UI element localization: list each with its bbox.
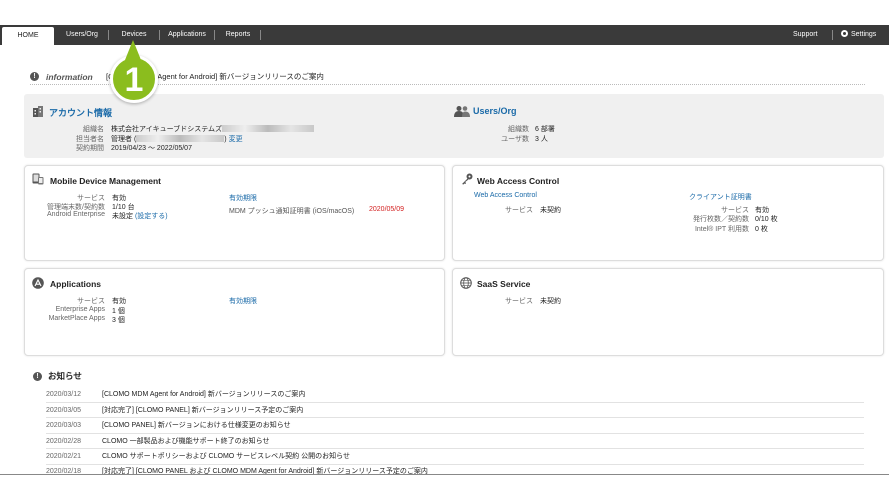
redacted-text: [136, 135, 225, 142]
org-count-value: 6 部署: [535, 126, 555, 133]
key-icon: [462, 173, 473, 185]
mdm-title[interactable]: Mobile Device Management: [50, 176, 161, 186]
ipt-count-value: 0 枚: [755, 226, 768, 233]
apps-expiry-link[interactable]: 有効期限: [229, 296, 257, 306]
wac-service-value: 未契約: [540, 207, 561, 214]
android-enterprise-value: 未設定 (設定する): [112, 213, 168, 220]
building-icon: [33, 106, 43, 117]
gear-icon: [841, 30, 848, 37]
nav-divider: [159, 30, 160, 40]
marketplace-apps-value: 3 個: [112, 317, 125, 324]
change-link[interactable]: 変更: [229, 136, 243, 143]
nav-divider: [832, 30, 833, 40]
news-text[interactable]: CLOMO サポートポリシーおよび CLOMO サービスレベル契約 公開のお知ら…: [102, 449, 350, 464]
news-item[interactable]: 2020/03/12 [CLOMO MDM Agent for Android]…: [46, 387, 864, 403]
support-link[interactable]: Support: [793, 25, 818, 45]
contract-period-value: 2019/04/23 ～ 2022/05/07: [111, 145, 192, 152]
issued-count-value: 0/10 枚: [755, 216, 778, 223]
user-count-value: 3 人: [535, 136, 548, 143]
users-icon: [454, 106, 470, 117]
news-item[interactable]: 2020/03/03 [CLOMO PANEL] 新バージョンにおける仕様変更の…: [46, 418, 864, 434]
mdm-card: Mobile Device Management サービス 有効 管理端末数/契…: [24, 165, 445, 261]
news-date: 2020/03/03: [46, 422, 82, 429]
enterprise-apps-label: Enterprise Apps: [55, 306, 105, 313]
page: HOME Users/Org Devices Applications Repo…: [0, 0, 889, 500]
news-text[interactable]: CLOMO 一部製品および機能サポート終了のお知らせ: [102, 434, 269, 449]
account-title[interactable]: アカウント情報: [49, 106, 112, 119]
news-date: 2020/03/05: [46, 406, 82, 414]
push-cert-date: 2020/05/09: [369, 206, 405, 213]
client-cert-link[interactable]: クライアント証明書: [689, 192, 752, 202]
news-text[interactable]: [CLOMO MDM Agent for Android] 新バージョンリリース…: [102, 387, 305, 402]
news-item[interactable]: 2020/02/21 CLOMO サポートポリシーおよび CLOMO サービスレ…: [46, 449, 864, 465]
org-name-label: 組織名: [83, 126, 104, 133]
saas-title[interactable]: SaaS Service: [477, 279, 530, 289]
devices-icon: [32, 173, 44, 185]
issued-count-label: 発行枚数／契約数: [693, 216, 749, 223]
saas-service-label: サービス: [505, 298, 533, 305]
nav-divider: [260, 30, 261, 40]
apps-service-value: 有効: [112, 298, 126, 305]
info-icon: !: [30, 72, 39, 81]
ipt-count-label: Intel® IPT 利用数: [694, 226, 749, 233]
apps-service-label: サービス: [77, 298, 105, 305]
users-org-title[interactable]: Users/Org: [473, 106, 517, 116]
news-date: 2020/02/21: [46, 453, 82, 460]
step-callout-marker: 1: [110, 40, 158, 103]
redacted-text: [222, 125, 315, 132]
news-date: 2020/03/12: [46, 391, 82, 398]
news-item[interactable]: 2020/02/18 [対応完了] [CLOMO PANEL および CLOMO…: [46, 465, 864, 475]
android-enterprise-label: Android Enterprise: [47, 211, 105, 218]
applications-card: Applications サービス 有効 Enterprise Apps 1 個…: [24, 268, 445, 356]
news-text[interactable]: [CLOMO PANEL] 新バージョンにおける仕様変更のお知らせ: [102, 418, 291, 433]
web-access-control-card: Web Access Control Web Access Control サー…: [452, 165, 884, 261]
applications-title[interactable]: Applications: [50, 279, 101, 289]
notice-icon: !: [33, 372, 42, 381]
saas-service-card: SaaS Service サービス 未契約: [452, 268, 884, 356]
contract-period-label: 契約期間: [76, 145, 104, 152]
nav-divider: [214, 30, 215, 40]
org-count-label: 組織数: [508, 126, 529, 133]
nav-divider: [108, 30, 109, 40]
news-title: お知らせ: [48, 371, 82, 381]
org-name-value: 株式会社アイキューブドシステムズ: [111, 124, 315, 134]
news-item[interactable]: 2020/03/05 [対応完了] [CLOMO PANEL] 新バージョンリリ…: [46, 403, 864, 418]
news-item[interactable]: 2020/02/28 CLOMO 一部製品および機能サポート終了のお知らせ: [46, 434, 864, 449]
tab-applications[interactable]: Applications: [161, 25, 213, 45]
news-text[interactable]: [対応完了] [CLOMO PANEL] 新バージョンリリース予定のご案内: [102, 403, 303, 418]
app-store-icon: [32, 277, 44, 289]
wac-sub-link[interactable]: Web Access Control: [474, 192, 537, 199]
wac-title[interactable]: Web Access Control: [477, 176, 559, 186]
news-date: 2020/02/28: [46, 437, 82, 445]
tab-home[interactable]: HOME: [2, 27, 54, 45]
saas-service-value: 未契約: [540, 298, 561, 305]
android-setup-link[interactable]: (設定する): [135, 213, 168, 220]
tab-reports[interactable]: Reports: [216, 25, 260, 45]
information-label: information: [46, 72, 93, 82]
news-date: 2020/02/18: [46, 467, 82, 475]
tab-users-org[interactable]: Users/Org: [56, 25, 108, 45]
mdm-expiry-link[interactable]: 有効期限: [229, 193, 257, 203]
account-panel: アカウント情報 組織名 株式会社アイキューブドシステムズ 担当者名 管理者 ()…: [24, 94, 884, 158]
news-text[interactable]: [対応完了] [CLOMO PANEL および CLOMO MDM Agent …: [102, 465, 428, 475]
viewport-bottom-edge: [0, 474, 889, 475]
marketplace-apps-label: MarketPlace Apps: [48, 315, 105, 322]
user-count-label: ユーザ数: [501, 136, 529, 143]
settings-link[interactable]: Settings: [841, 25, 876, 45]
settings-label: Settings: [851, 31, 877, 38]
globe-icon: [460, 277, 472, 289]
push-cert-label: MDM プッシュ通知証明書 (iOS/macOS): [229, 208, 355, 215]
wac-service-label: サービス: [505, 207, 533, 214]
